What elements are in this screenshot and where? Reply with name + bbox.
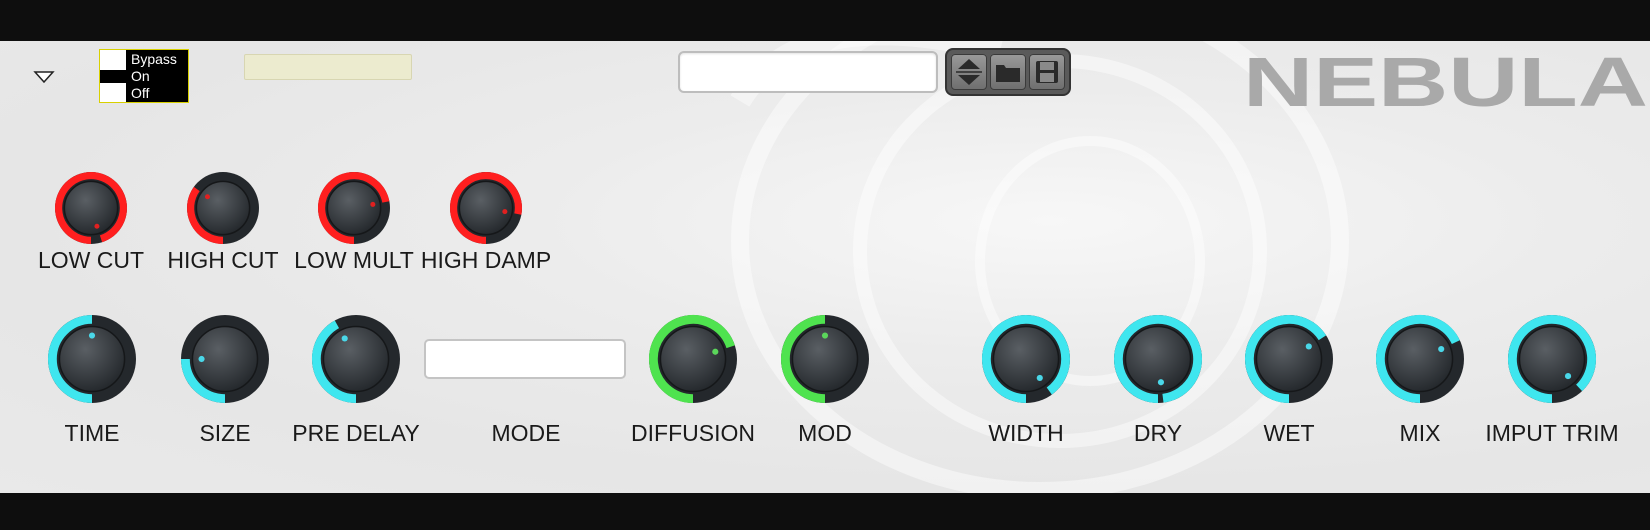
folder-icon bbox=[996, 65, 1020, 82]
knob-graphic bbox=[649, 315, 737, 403]
bypass-option-off[interactable]: Off bbox=[131, 85, 149, 101]
knob-imput-trim[interactable] bbox=[1502, 309, 1602, 409]
knob-pointer-dot bbox=[1564, 373, 1572, 380]
save-preset-button[interactable] bbox=[1029, 54, 1065, 90]
knob-high-damp[interactable] bbox=[444, 166, 528, 250]
knob-label-low-mult: LOW MULT bbox=[294, 247, 414, 273]
knob-label-time: TIME bbox=[64, 420, 120, 446]
knob-pointer-dot bbox=[821, 332, 829, 339]
knob-graphic bbox=[55, 172, 127, 244]
preset-toolbar bbox=[947, 50, 1069, 94]
knob-label-size: SIZE bbox=[199, 420, 251, 446]
knob-pointer-dot bbox=[1157, 379, 1165, 386]
knob-pointer-dot bbox=[204, 194, 211, 200]
knob-label-wet: WET bbox=[1263, 420, 1315, 446]
knob-graphic bbox=[312, 315, 400, 403]
knob-label-imput-trim: IMPUT TRIM bbox=[1485, 420, 1619, 446]
bypass-option-bypass[interactable]: Bypass bbox=[131, 51, 177, 67]
nebula-logo: NEBULA bbox=[1243, 51, 1648, 111]
knob-mod[interactable] bbox=[775, 309, 875, 409]
knob-wet[interactable] bbox=[1239, 309, 1339, 409]
knob-label-diffusion: DIFFUSION bbox=[631, 420, 755, 446]
knob-cap bbox=[322, 325, 390, 393]
preset-name-input[interactable] bbox=[678, 51, 938, 93]
knob-width[interactable] bbox=[976, 309, 1076, 409]
knob-cap bbox=[1255, 325, 1323, 393]
bypass-selector[interactable]: Bypass On Off bbox=[99, 49, 189, 103]
bypass-option-on[interactable]: On bbox=[131, 68, 150, 84]
knob-mix[interactable] bbox=[1370, 309, 1470, 409]
menu-dropdown-icon[interactable] bbox=[33, 69, 55, 85]
mode-selector[interactable] bbox=[424, 339, 626, 379]
knob-pointer-dot bbox=[1036, 374, 1043, 382]
knob-cap bbox=[1386, 325, 1454, 393]
knob-diffusion[interactable] bbox=[643, 309, 743, 409]
plugin-panel: Bypass On Off NEBULA LOW CUT HIGH CUT LO… bbox=[0, 41, 1650, 493]
knob-high-cut[interactable] bbox=[181, 166, 265, 250]
knob-cap bbox=[1518, 325, 1586, 393]
knob-graphic bbox=[1245, 315, 1333, 403]
knob-graphic bbox=[48, 315, 136, 403]
knob-low-mult[interactable] bbox=[312, 166, 396, 250]
up-down-arrows-icon bbox=[956, 59, 982, 85]
knob-graphic bbox=[1508, 315, 1596, 403]
preset-tag-label bbox=[244, 54, 412, 80]
knob-cap bbox=[659, 325, 727, 393]
mode-label: MODE bbox=[491, 420, 561, 446]
svg-text:NEBULA: NEBULA bbox=[1243, 51, 1648, 111]
knob-label-high-cut: HIGH CUT bbox=[167, 247, 279, 273]
knob-cap bbox=[458, 180, 514, 236]
knob-pointer-dot bbox=[1305, 343, 1312, 350]
knob-size[interactable] bbox=[175, 309, 275, 409]
knob-label-high-damp: HIGH DAMP bbox=[420, 247, 552, 273]
knob-label-mix: MIX bbox=[1399, 420, 1441, 446]
bypass-indicator-mark bbox=[100, 70, 126, 83]
save-disk-icon bbox=[1036, 61, 1058, 83]
knob-low-cut[interactable] bbox=[49, 166, 133, 250]
knob-pointer-dot bbox=[341, 335, 348, 342]
knob-pointer-dot bbox=[88, 332, 96, 339]
knob-label-low-cut: LOW CUT bbox=[37, 247, 145, 273]
knob-label-width: WIDTH bbox=[988, 420, 1064, 446]
knob-label-pre-delay: PRE DELAY bbox=[292, 420, 420, 446]
knob-graphic bbox=[1114, 315, 1202, 403]
knob-pre-delay[interactable] bbox=[306, 309, 406, 409]
knob-cap bbox=[63, 180, 119, 236]
knob-pointer-dot bbox=[1438, 345, 1445, 353]
knob-pointer-dot bbox=[712, 348, 719, 355]
knob-pointer-dot bbox=[198, 355, 205, 363]
bypass-indicator-strip bbox=[100, 50, 126, 102]
knob-pointer-dot bbox=[370, 201, 376, 207]
knob-graphic bbox=[450, 172, 522, 244]
knob-graphic bbox=[982, 315, 1070, 403]
knob-graphic bbox=[318, 172, 390, 244]
knob-cap bbox=[992, 325, 1060, 393]
knob-graphic bbox=[1376, 315, 1464, 403]
knob-graphic bbox=[781, 315, 869, 403]
load-preset-button[interactable] bbox=[990, 54, 1026, 90]
knob-dry[interactable] bbox=[1108, 309, 1208, 409]
preset-prev-next-button[interactable] bbox=[951, 54, 987, 90]
knob-label-mod: MOD bbox=[798, 420, 852, 446]
knob-cap bbox=[195, 180, 251, 236]
knob-time[interactable] bbox=[42, 309, 142, 409]
knob-pointer-dot bbox=[502, 209, 508, 215]
knob-graphic bbox=[181, 315, 269, 403]
knob-graphic bbox=[187, 172, 259, 244]
knob-cap bbox=[326, 180, 382, 236]
knob-pointer-dot bbox=[94, 223, 100, 229]
knob-label-dry: DRY bbox=[1133, 420, 1183, 446]
